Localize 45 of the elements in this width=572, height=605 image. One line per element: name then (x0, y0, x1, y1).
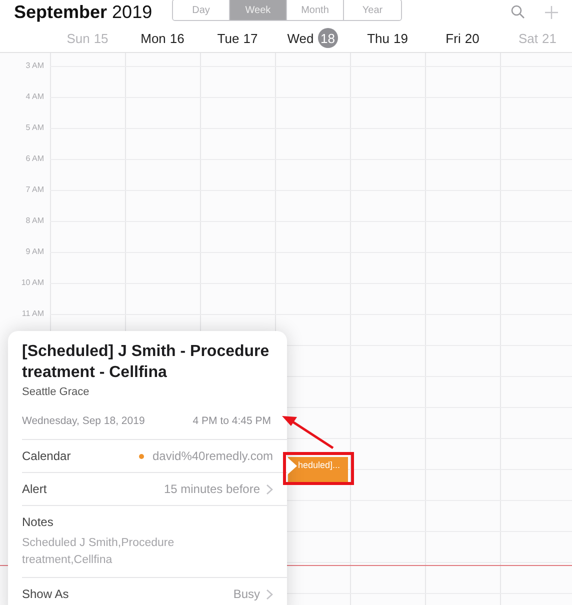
hour-label: 7 AM (24, 185, 44, 194)
event-time: 4 PM to 4:45 PM (192, 415, 271, 427)
hour-label: 10 AM (20, 278, 44, 287)
day-name: Fri (446, 30, 461, 46)
day-name: Sat (518, 30, 538, 46)
day-name: Mon (140, 30, 166, 46)
day-name: Wed (287, 30, 314, 46)
annotation-arrow (282, 416, 334, 450)
notes-text: Scheduled J Smith,Procedure treatment,Cellfina (22, 536, 176, 568)
row-label: Calendar (22, 449, 71, 463)
row-label: Alert (22, 482, 47, 496)
day-date: 15 (94, 30, 108, 46)
hour-label: 6 AM (24, 154, 44, 163)
hour-label: 11 AM (20, 309, 44, 318)
hour-label: 8 AM (24, 216, 44, 225)
day-date: 16 (170, 30, 184, 46)
row-value: Busy (233, 587, 260, 601)
row-value: 15 minutes before (164, 482, 260, 496)
event-title: [Scheduled] J Smith - Procedure treatment - Cellfina (22, 342, 270, 383)
search-icon[interactable] (511, 5, 525, 19)
day-date: 20 (464, 30, 480, 46)
month-title: September 2019 (14, 2, 154, 22)
today-date-badge: 18 (318, 28, 338, 48)
event-location: Seattle Grace (22, 386, 90, 398)
row-label: Notes (22, 515, 54, 529)
row-label: Show As (22, 587, 69, 601)
hour-label: 4 AM (24, 92, 44, 101)
hour-label: 5 AM (24, 123, 44, 132)
view-tab[interactable]: Week (230, 0, 287, 20)
event-date: Wednesday, Sep 18, 2019 (22, 415, 145, 427)
chevron-icon (266, 588, 273, 600)
event-block[interactable]: heduled]... (288, 457, 348, 482)
view-tab[interactable]: Day (173, 0, 230, 20)
day-date: 19 (393, 30, 408, 46)
chevron-icon (266, 484, 273, 494)
day-date: 17 (243, 30, 258, 46)
day-name: Sun (66, 30, 90, 46)
day-name: Tue (217, 30, 240, 46)
add-icon[interactable] (545, 6, 558, 18)
day-name: Thu (367, 30, 390, 46)
hour-label: 9 AM (24, 247, 44, 256)
day-date: 21 (542, 30, 556, 46)
calendar-value: david%40remedly.com (152, 449, 273, 463)
annotation-box (283, 452, 354, 485)
hour-label: 3 AM (24, 61, 44, 70)
